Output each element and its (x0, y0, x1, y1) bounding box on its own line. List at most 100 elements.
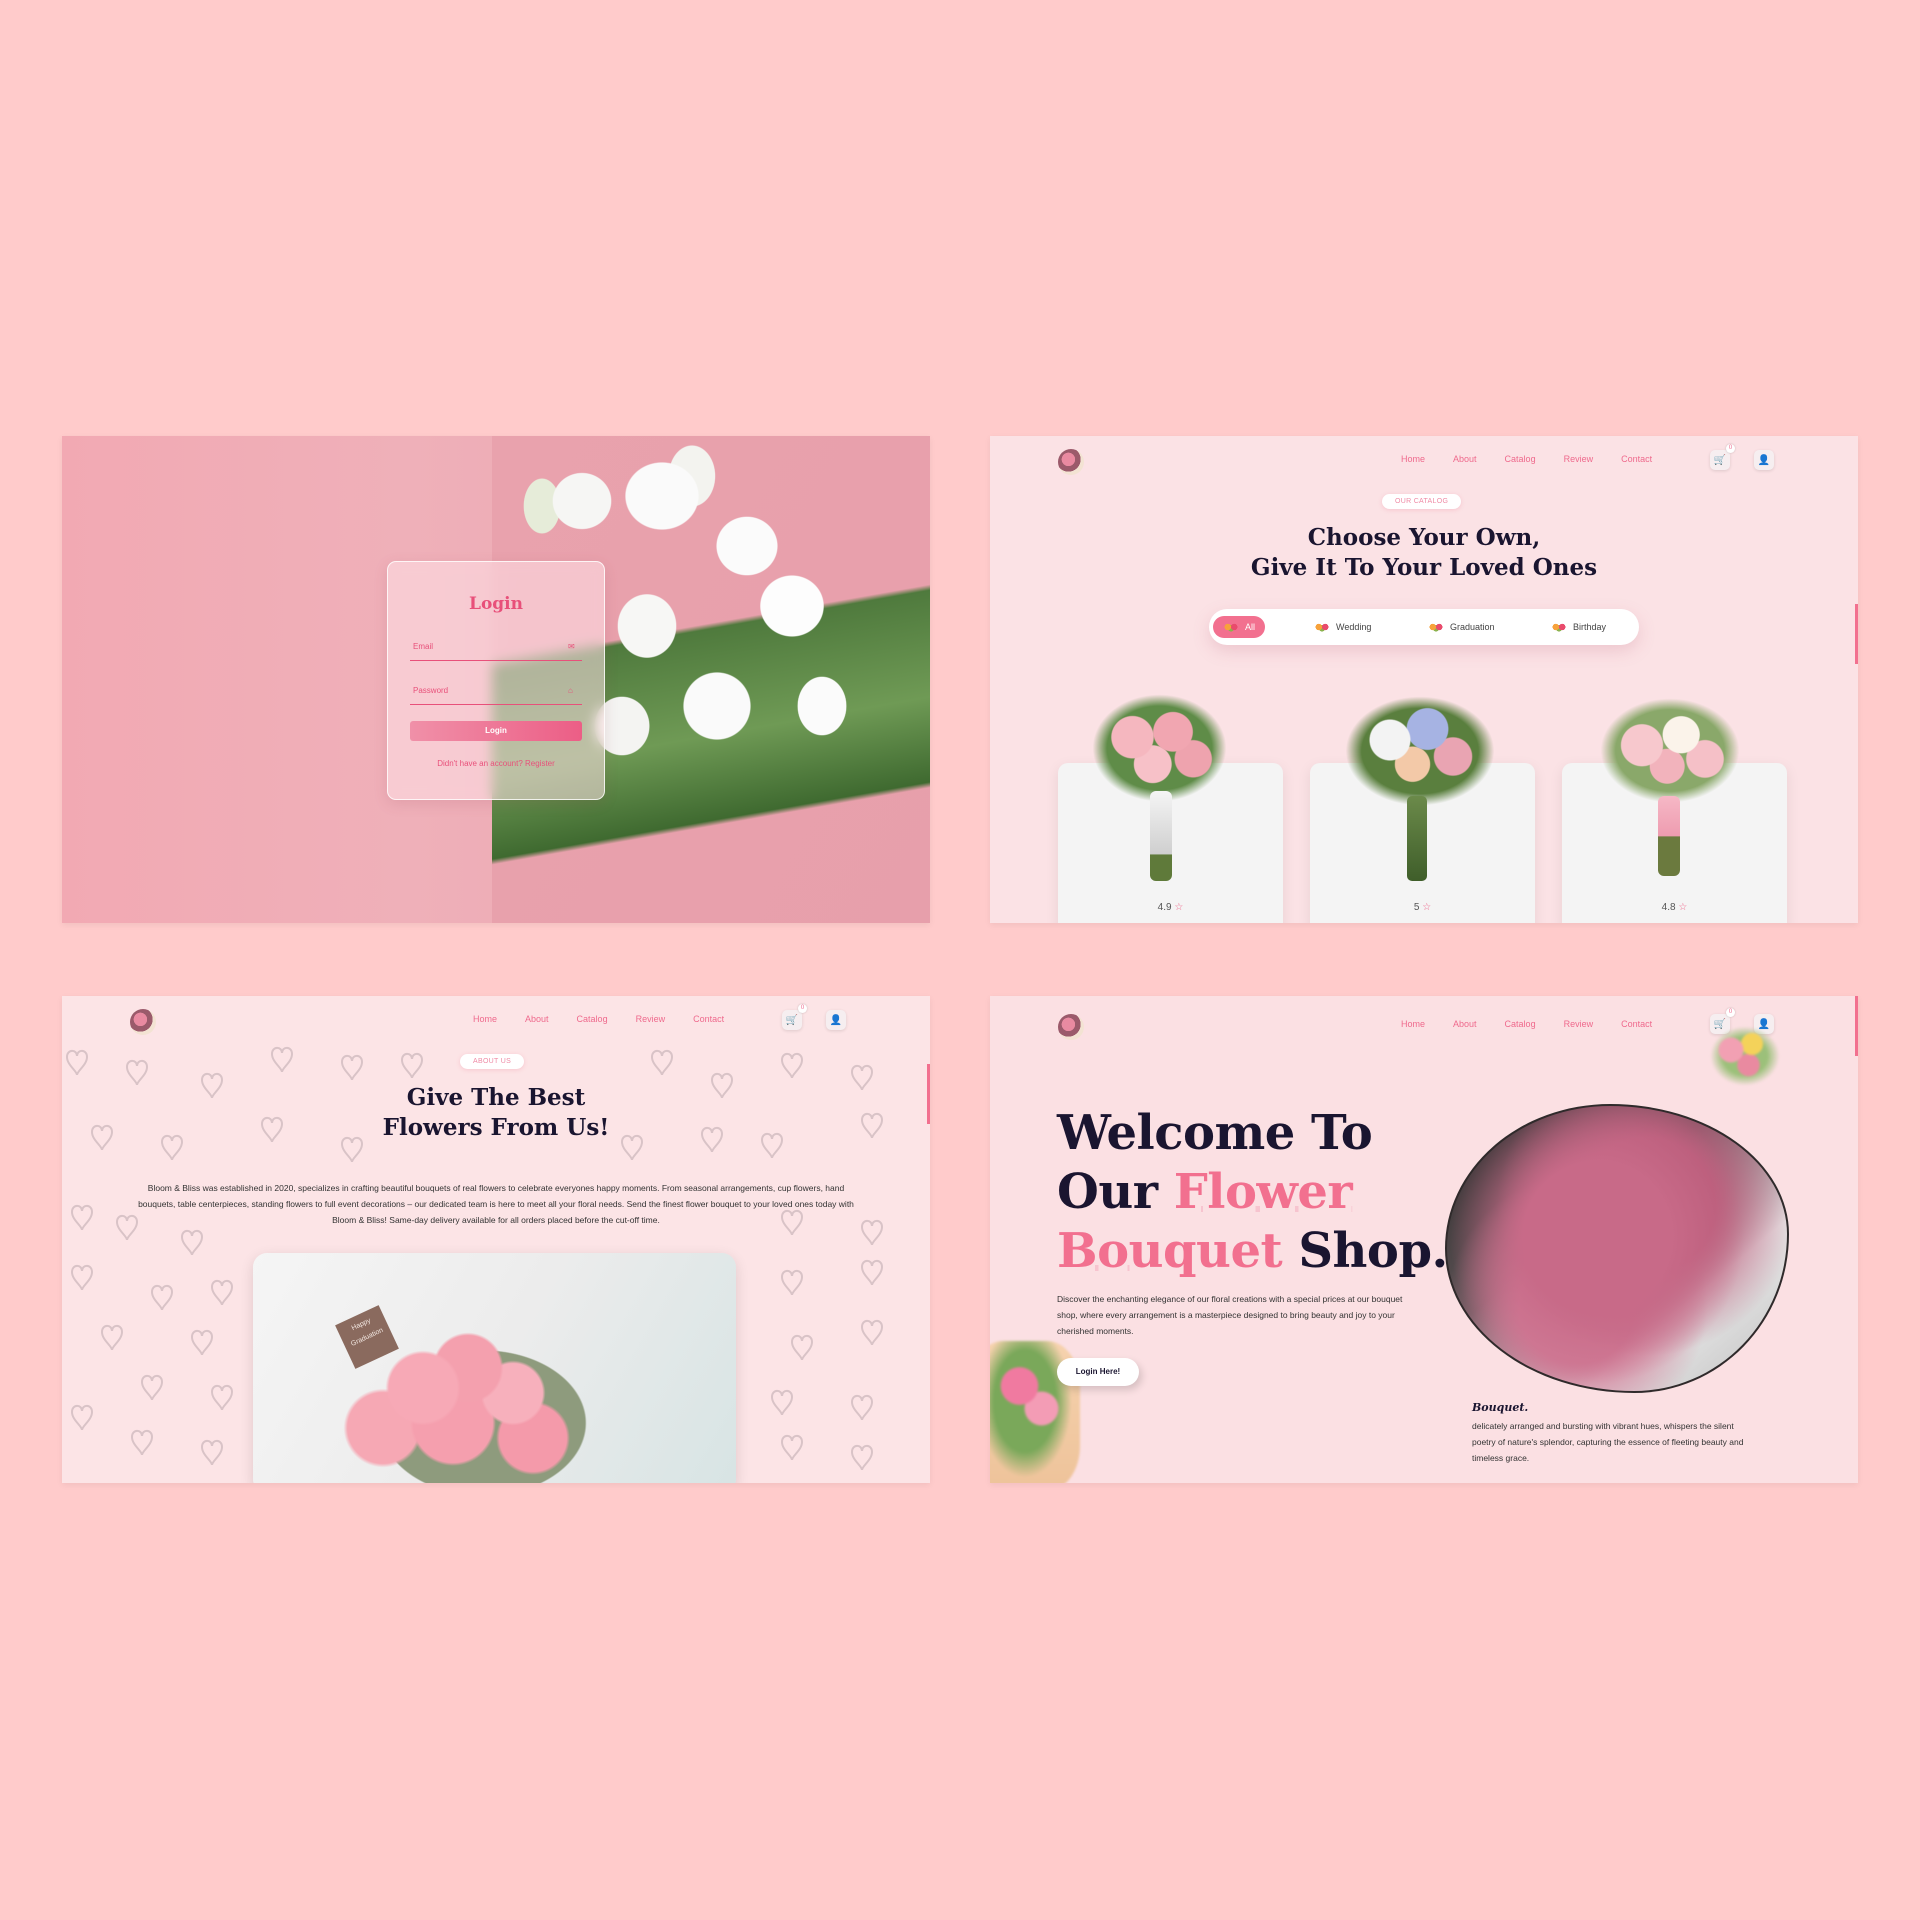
filter-birthday[interactable]: Birthday (1541, 616, 1616, 638)
nav-review[interactable]: Review (1564, 1019, 1594, 1029)
pink-roses-bouquet (1092, 694, 1227, 802)
nav-about[interactable]: About (1453, 1019, 1477, 1029)
filter-label: All (1245, 622, 1256, 632)
mail-icon: ✉ (568, 642, 575, 651)
hero-title: Welcome To Our Flower Bouquet Shop. (1057, 1104, 1448, 1281)
about-title-line1: Give The Best (406, 1084, 586, 1111)
bouquet-icon (1314, 621, 1330, 633)
gypsophila-bouquet-photo (1445, 1104, 1789, 1393)
nav-review[interactable]: Review (1564, 454, 1594, 464)
user-button[interactable]: 👤 (826, 1010, 846, 1030)
cart-icon: 🛒 (1713, 454, 1727, 466)
email-label: Email (413, 642, 434, 651)
logo[interactable] (1058, 449, 1084, 475)
cart-icon: 🛒 (785, 1014, 799, 1026)
bouquet-icon (1223, 621, 1239, 633)
hero-word: Shop. (1282, 1223, 1448, 1279)
cart-count-badge: 0 (798, 1004, 807, 1013)
catalog-eyebrow: OUR CATALOG (1382, 494, 1462, 509)
hero-description: Discover the enchanting elegance of our … (1057, 1294, 1403, 1336)
cart-icon: 🛒 (1713, 1018, 1727, 1030)
star-icon: ☆ (1678, 902, 1688, 913)
login-card: Login Email ✉ Password ⌂ Login Didn't ha… (387, 561, 605, 800)
catalog-title-line2: Give It To Your Loved Ones (1250, 554, 1598, 581)
product-rating: 5 ☆ (1310, 902, 1535, 913)
rating-value: 4.8 (1661, 902, 1676, 913)
product-rating: 4.9 ☆ (1058, 902, 1283, 913)
category-filter-bar: All Wedding Graduation Birthday (1209, 609, 1639, 645)
bouquet-stems (1150, 791, 1172, 881)
pink-roses-photo: Happy Graduation (253, 1253, 736, 1483)
caption-title: Bouquet. (1472, 1401, 1529, 1414)
greeting-tag: Happy Graduation (335, 1305, 399, 1369)
nav-bar: Home About Catalog Review Contact (1401, 1019, 1652, 1029)
nav-catalog[interactable]: Catalog (1505, 454, 1536, 464)
nav-catalog[interactable]: Catalog (1505, 1019, 1536, 1029)
nav-contact[interactable]: Contact (1621, 1019, 1652, 1029)
password-field[interactable] (410, 704, 582, 705)
filter-graduation[interactable]: Graduation (1418, 616, 1505, 638)
scroll-indicator[interactable] (927, 1064, 930, 1124)
home-panel: Home About Catalog Review Contact 🛒 0 👤 … (990, 996, 1858, 1483)
catalog-title-line1: Choose Your Own, (1307, 524, 1541, 551)
rating-value: 5 (1413, 902, 1420, 913)
scroll-indicator[interactable] (1855, 604, 1858, 664)
logo[interactable] (130, 1009, 156, 1035)
nav-about[interactable]: About (1453, 454, 1477, 464)
star-icon: ☆ (1174, 902, 1184, 913)
hero-highlight: Flower (1173, 1164, 1353, 1220)
lock-icon: ⌂ (568, 686, 573, 695)
catalog-panel: Home About Catalog Review Contact 🛒 0 👤 … (990, 436, 1858, 923)
about-title: Give The Best Flowers From Us! (62, 1083, 930, 1143)
hero-word: Our (1057, 1164, 1174, 1220)
user-icon: 👤 (1757, 454, 1771, 466)
cart-button[interactable]: 🛒 0 (1710, 444, 1735, 470)
cart-count-badge: 0 (1726, 444, 1735, 453)
rating-value: 4.9 (1157, 902, 1172, 913)
password-label: Password (413, 686, 449, 695)
nav-home[interactable]: Home (473, 1014, 497, 1024)
nav-bar: Home About Catalog Review Contact (473, 1014, 724, 1024)
nav-contact[interactable]: Contact (1621, 454, 1652, 464)
decorative-flowers (1710, 1026, 1780, 1086)
scroll-indicator[interactable] (1855, 996, 1858, 1056)
hero-highlight: Bouquet (1057, 1223, 1283, 1279)
about-description: Bloom & Bliss was established in 2020, s… (138, 1183, 854, 1225)
hero-title-line2: Our Flower (1057, 1163, 1448, 1222)
bouquet-icon (1551, 621, 1567, 633)
nav-bar: Home About Catalog Review Contact (1401, 454, 1652, 464)
nav-home[interactable]: Home (1401, 454, 1425, 464)
hero-title-line3: Bouquet Shop. (1057, 1222, 1448, 1281)
filter-all[interactable]: All (1213, 616, 1266, 638)
login-button[interactable]: Login (410, 721, 582, 741)
user-icon: 👤 (829, 1014, 843, 1026)
nav-catalog[interactable]: Catalog (577, 1014, 608, 1024)
bouquet-icon (1428, 621, 1444, 633)
filter-wedding[interactable]: Wedding (1304, 616, 1381, 638)
filter-label: Wedding (1336, 622, 1372, 632)
cart-button[interactable]: 🛒 0 (782, 1004, 807, 1030)
catalog-title: Choose Your Own, Give It To Your Loved O… (990, 523, 1858, 583)
login-title: Login (469, 594, 523, 614)
hero-title-line1: Welcome To (1057, 1105, 1373, 1161)
mixed-lily-bouquet (1345, 696, 1495, 806)
email-field[interactable] (410, 660, 582, 661)
caption-text: delicately arranged and bursting with vi… (1472, 1421, 1744, 1463)
nav-contact[interactable]: Contact (693, 1014, 724, 1024)
filter-label: Birthday (1573, 622, 1607, 632)
user-button[interactable]: 👤 (1754, 450, 1774, 470)
login-here-button[interactable]: Login Here! (1057, 1358, 1139, 1386)
nav-review[interactable]: Review (636, 1014, 666, 1024)
cart-count-badge: 0 (1726, 1008, 1735, 1017)
nav-about[interactable]: About (525, 1014, 549, 1024)
bouquet-ribbon (1658, 796, 1680, 876)
pink-ribbon-bouquet (1600, 698, 1740, 803)
nav-home[interactable]: Home (1401, 1019, 1425, 1029)
bouquet-stems (1407, 796, 1427, 881)
login-panel: Login Email ✉ Password ⌂ Login Didn't ha… (62, 436, 930, 923)
star-icon: ☆ (1422, 902, 1432, 913)
filter-label: Graduation (1450, 622, 1495, 632)
register-link[interactable]: Didn't have an account? Register (388, 759, 604, 768)
logo[interactable] (1058, 1014, 1084, 1040)
about-title-line2: Flowers From Us! (382, 1114, 610, 1141)
